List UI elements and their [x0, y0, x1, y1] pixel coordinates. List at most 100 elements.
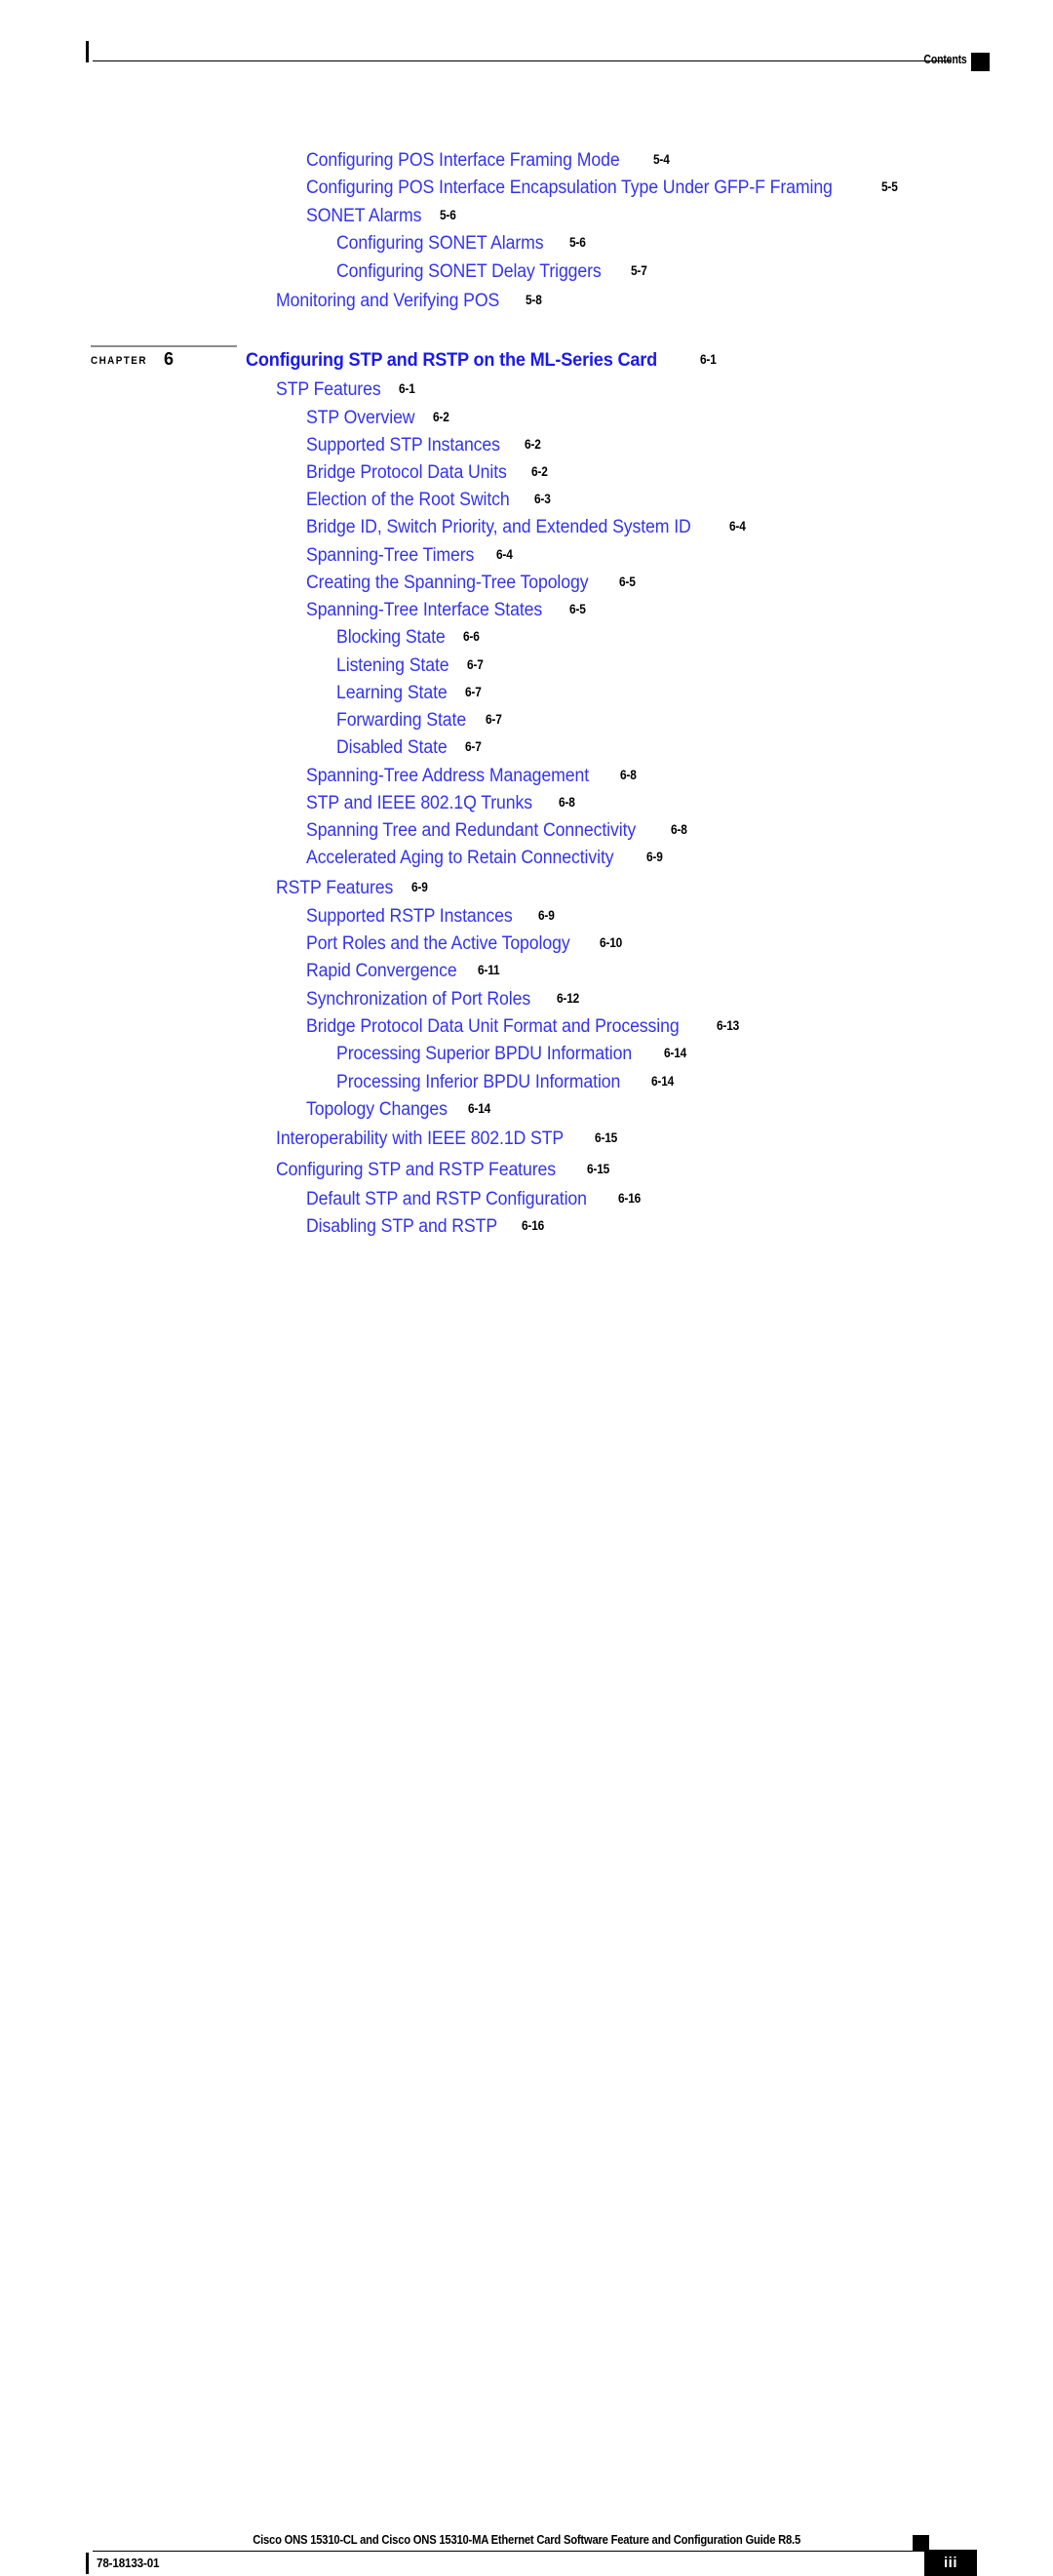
- toc-entry[interactable]: Configuring POS Interface Encapsulation …: [306, 178, 900, 199]
- toc-entry-page: 6-4: [729, 519, 747, 534]
- toc-entry-title: Disabled State: [336, 737, 448, 758]
- toc-entry[interactable]: Bridge Protocol Data Units 6-2: [306, 463, 550, 484]
- toc-entry[interactable]: Configuring SONET Alarms 5-6: [336, 234, 587, 255]
- toc-entry-title: Learning State: [336, 683, 448, 703]
- toc-entry[interactable]: STP Overview 6-2: [306, 409, 451, 429]
- toc-entry-title: Listening State: [336, 655, 449, 676]
- toc-entry-title: STP Features: [276, 379, 381, 400]
- toc-entry-title: STP Overview: [306, 408, 415, 428]
- toc-entry-title: Election of the Root Switch: [306, 490, 510, 510]
- chapter-number: 6: [164, 349, 175, 369]
- toc-entry-title: Supported RSTP Instances: [306, 906, 513, 927]
- toc-entry-page: 5-4: [652, 152, 670, 167]
- toc-entry-title: Configuring SONET Delay Triggers: [336, 261, 602, 282]
- toc-entry[interactable]: Configuring POS Interface Framing Mode 5-…: [306, 151, 672, 172]
- toc-entry-title: Configuring POS Interface Encapsulation …: [306, 178, 833, 198]
- toc-entry-title: Rapid Convergence: [306, 961, 457, 981]
- toc-entry-title: Synchronization of Port Roles: [306, 989, 531, 1010]
- toc-entry-title: SONET Alarms: [306, 206, 422, 226]
- toc-entry-title: Bridge ID, Switch Priority, and Extended…: [306, 517, 691, 537]
- toc-entry[interactable]: STP Features 6-1: [276, 380, 417, 401]
- toc-entry[interactable]: Configuring SONET Delay Triggers 5-7: [336, 262, 649, 283]
- toc-entry[interactable]: SONET Alarms 5-6: [306, 207, 458, 227]
- toc-entry[interactable]: Spanning-Tree Address Management 6-8: [306, 767, 639, 787]
- toc-entry[interactable]: Rapid Convergence 6-11: [306, 962, 503, 982]
- toc-entry-page: 6-13: [717, 1018, 740, 1033]
- toc-entry[interactable]: Learning State 6-7: [336, 684, 484, 704]
- toc-entry-title: Supported STP Instances: [306, 435, 500, 456]
- toc-entry-title: STP and IEEE 802.1Q Trunks: [306, 793, 533, 813]
- toc-entry-title: Configuring STP and RSTP on the ML-Serie…: [246, 349, 658, 371]
- toc-entry[interactable]: Bridge ID, Switch Priority, and Extended…: [306, 518, 748, 538]
- toc-entry-page: 6-14: [651, 1074, 675, 1089]
- toc-entry-page: 5-7: [631, 263, 647, 278]
- toc-entry-title: Default STP and RSTP Configuration: [306, 1189, 587, 1209]
- toc-entry-title: Monitoring and Verifying POS: [276, 291, 500, 311]
- toc-entry-title: Creating the Spanning-Tree Topology: [306, 573, 589, 593]
- toc-entry-page: 6-7: [465, 685, 482, 699]
- toc-entry[interactable]: Port Roles and the Active Topology 6-10: [306, 934, 625, 955]
- footer-document-title-text: Cisco ONS 15310-CL and Cisco ONS 15310-M…: [253, 2533, 800, 2547]
- toc-entry-title: Blocking State: [336, 627, 446, 648]
- toc-entry[interactable]: Listening State 6-7: [336, 656, 486, 677]
- toc-entry-page: 6-1: [699, 352, 717, 367]
- toc-entry-title: Bridge Protocol Data Units: [306, 462, 507, 483]
- toc-entry-page: 6-7: [465, 739, 482, 754]
- toc-entry-page: 6-8: [670, 822, 687, 837]
- toc-entry-page: 6-12: [557, 991, 580, 1006]
- toc-entry[interactable]: Disabling STP and RSTP 6-16: [306, 1217, 547, 1238]
- toc-entry-page: 6-5: [619, 575, 636, 589]
- toc-entry-page: 6-11: [478, 963, 500, 977]
- toc-entry[interactable]: Spanning-Tree Interface States 6-5: [306, 601, 588, 621]
- toc-entry-page: 5-8: [526, 293, 543, 307]
- toc-entry[interactable]: Creating the Spanning-Tree Topology 6-5: [306, 574, 638, 594]
- toc-entry-title: Spanning Tree and Redundant Connectivity: [306, 820, 637, 841]
- toc-entry-page: 6-2: [432, 410, 449, 424]
- toc-entry-page: 6-16: [521, 1218, 544, 1233]
- toc-entry[interactable]: Blocking State 6-6: [336, 628, 482, 649]
- page-footer: Cisco ONS 15310-CL and Cisco ONS 15310-M…: [0, 1255, 1053, 2576]
- toc-entry-title: Configuring POS Interface Framing Mode: [306, 150, 620, 171]
- toc-entry-page: 6-1: [398, 381, 415, 396]
- toc-entry[interactable]: Disabled State 6-7: [336, 738, 484, 759]
- toc-entry[interactable]: Synchronization of Port Roles 6-12: [306, 990, 583, 1011]
- toc-entry-page: 6-15: [586, 1162, 609, 1176]
- toc-entry-page: 6-2: [531, 464, 548, 479]
- toc-entry[interactable]: Processing Superior BPDU Information 6-14: [336, 1045, 689, 1065]
- toc-entry[interactable]: Supported STP Instances 6-2: [306, 436, 543, 456]
- toc-entry[interactable]: Configuring STP and RSTP Features 6-15: [276, 1161, 612, 1181]
- toc-entry-title: Forwarding State: [336, 710, 467, 731]
- toc-entry-page: 6-8: [559, 795, 576, 810]
- toc-entry[interactable]: Spanning-Tree Timers 6-4: [306, 546, 515, 567]
- toc-entry[interactable]: Topology Changes 6-14: [306, 1100, 493, 1121]
- toc-entry-title: Accelerated Aging to Retain Connectivity: [306, 848, 614, 868]
- toc-entry-page: 5-6: [440, 208, 456, 222]
- toc-entry[interactable]: Default STP and RSTP Configuration 6-16: [306, 1190, 644, 1210]
- toc-entry-title: Configuring STP and RSTP Features: [276, 1160, 557, 1180]
- toc-entry[interactable]: Spanning Tree and Redundant Connectivity…: [306, 821, 689, 842]
- toc-entry[interactable]: Interoperability with IEEE 802.1D STP 6-1…: [276, 1129, 621, 1150]
- toc-entry-chapter[interactable]: Configuring STP and RSTP on the ML-Serie…: [246, 349, 719, 372]
- footer-document-title: Cisco ONS 15310-CL and Cisco ONS 15310-M…: [0, 2533, 1053, 2547]
- header-marker-square-icon: [971, 53, 990, 71]
- toc-entry[interactable]: Accelerated Aging to Retain Connectivity…: [306, 849, 665, 869]
- toc-entry[interactable]: RSTP Features 6-9: [276, 879, 430, 899]
- toc-entry-page: 6-9: [646, 850, 663, 864]
- toc-entry[interactable]: Processing Inferior BPDU Information 6-14: [336, 1073, 677, 1093]
- toc-entry-page: 6-3: [534, 492, 552, 506]
- toc-entry[interactable]: Forwarding State 6-7: [336, 711, 504, 732]
- toc-entry-page: 6-4: [496, 547, 513, 562]
- toc-entry[interactable]: STP and IEEE 802.1Q Trunks 6-8: [306, 794, 577, 814]
- footer-rule: [93, 2551, 931, 2552]
- toc-entry-title: Spanning-Tree Timers: [306, 545, 475, 566]
- toc-entry-page: 6-14: [663, 1046, 686, 1060]
- toc-entry-title: Port Roles and the Active Topology: [306, 933, 570, 954]
- toc-entry[interactable]: Bridge Protocol Data Unit Format and Pro…: [306, 1017, 743, 1038]
- footer-tick-mark: [86, 2553, 89, 2574]
- toc-entry[interactable]: Election of the Root Switch 6-3: [306, 491, 553, 511]
- toc-entry-title: RSTP Features: [276, 878, 394, 898]
- toc-entry[interactable]: Monitoring and Verifying POS 5-8: [276, 292, 544, 312]
- toc-entry-page: 6-7: [467, 657, 484, 672]
- toc-entry-title: Spanning-Tree Interface States: [306, 600, 543, 620]
- toc-entry[interactable]: Supported RSTP Instances 6-9: [306, 907, 556, 928]
